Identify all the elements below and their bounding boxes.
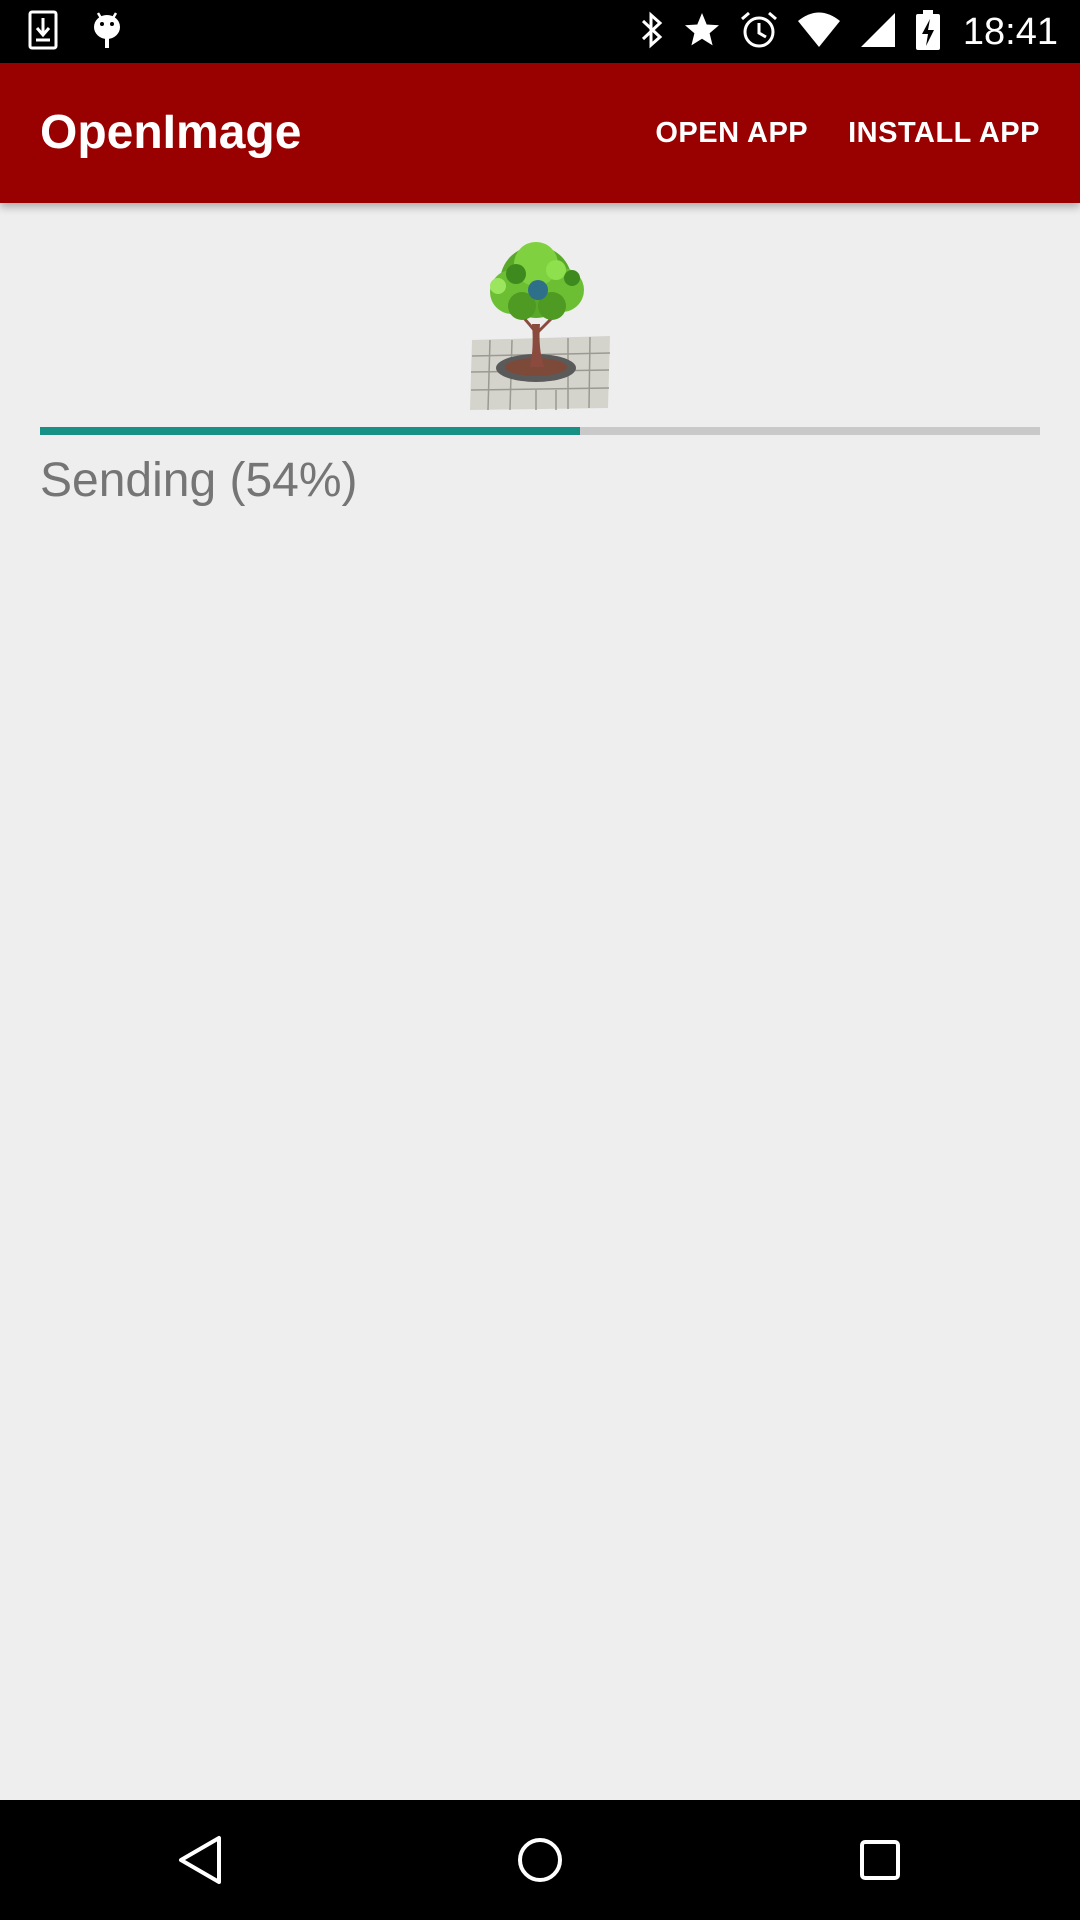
wifi-icon (797, 12, 841, 52)
alarm-icon (739, 10, 779, 54)
open-app-button[interactable]: OPEN APP (635, 93, 828, 173)
signal-icon (859, 11, 897, 53)
status-left-icons (28, 10, 122, 54)
status-bar: 18:41 (0, 0, 1080, 63)
recents-icon[interactable] (850, 1830, 910, 1890)
download-icon (28, 10, 58, 54)
home-icon[interactable] (510, 1830, 570, 1890)
app-bar: OpenImage OPEN APP INSTALL APP (0, 63, 1080, 203)
progress-fill (40, 427, 580, 435)
status-right-icons: 18:41 (639, 8, 1058, 56)
tree-icon (468, 240, 614, 418)
install-app-button[interactable]: INSTALL APP (828, 93, 1060, 173)
battery-charging-icon (915, 9, 941, 55)
main-content: Sending (54%) (0, 203, 1080, 1800)
back-icon[interactable] (170, 1830, 230, 1890)
android-debug-icon (92, 10, 122, 54)
progress-bar (40, 427, 1040, 435)
status-time: 18:41 (962, 10, 1058, 53)
sending-status-text: Sending (54%) (40, 454, 358, 507)
star-icon (683, 11, 721, 53)
app-actions: OPEN APP INSTALL APP (635, 63, 1060, 203)
navigation-bar (0, 1800, 1080, 1920)
bluetooth-icon (639, 10, 665, 54)
app-title: OpenImage (40, 106, 302, 159)
